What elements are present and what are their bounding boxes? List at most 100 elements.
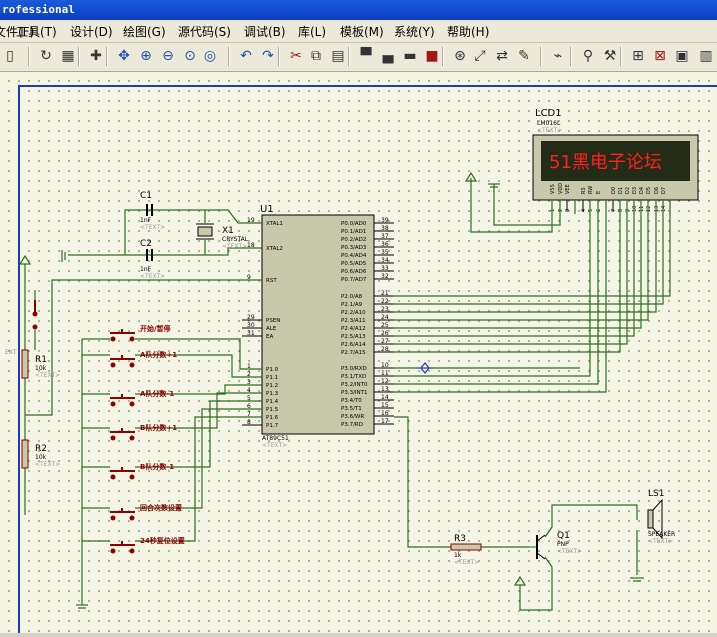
mcu-pin-label: P1.4 <box>266 399 279 405</box>
mcu-pin-number: 23 <box>381 306 389 313</box>
make-device-icon[interactable]: ⤢ <box>470 46 490 66</box>
paste-icon[interactable]: ▤ <box>328 46 348 66</box>
mcu-pin-label: P2.5/A13 <box>341 334 366 340</box>
svg-text:<TEXT>: <TEXT> <box>454 559 479 566</box>
resistor-r3[interactable]: R3 1k <TEXT> <box>450 534 482 566</box>
zoom-all-icon[interactable]: ⊙ <box>180 46 200 66</box>
decompose-icon[interactable]: ✎ <box>514 46 534 66</box>
mcu-pin-number: 24 <box>381 314 389 321</box>
crystal-x1[interactable]: X1 CRYSTAL <TEXT> <box>196 223 249 250</box>
svg-text:<TEXT>: <TEXT> <box>140 224 165 231</box>
push-button-2[interactable]: A队分数+1 <box>110 350 177 368</box>
bom-icon[interactable]: ▥ <box>696 46 716 66</box>
block-rotate-icon[interactable]: ▬ <box>400 46 420 66</box>
grid-icon[interactable]: ▦ <box>58 46 78 66</box>
package-tool-icon[interactable]: ⇄ <box>492 46 512 66</box>
mcu-pin-label: P3.7/RD <box>341 422 363 428</box>
zoom-out-icon[interactable]: ⊖ <box>158 46 178 66</box>
push-button-7[interactable]: 24秒复位设置 <box>110 536 185 554</box>
lcd-pin-label: D6 <box>654 187 660 194</box>
new-sheet-icon[interactable]: ⊞ <box>628 46 648 66</box>
property-icon[interactable]: ⚒ <box>600 46 620 66</box>
mcu-pin-label: P3.2/INT0 <box>341 382 368 388</box>
mcu-pin-label: P3.1/TXD <box>341 374 366 380</box>
menu-template[interactable]: 模板(M) <box>340 23 384 40</box>
push-button-3[interactable]: A队分数-1 <box>110 389 174 407</box>
menu-debug[interactable]: 调试(B) <box>244 23 286 40</box>
mcu-pin-label: P0.6/AD6 <box>341 269 367 275</box>
menu-tools[interactable]: 工具(T) <box>16 23 57 40</box>
svg-text:<TEXT>: <TEXT> <box>35 372 60 379</box>
zoom-area-icon[interactable]: ◎ <box>200 46 220 66</box>
mcu-pin-label: P0.0/AD0 <box>341 221 367 227</box>
mcu-pin-number: 22 <box>381 298 389 305</box>
pick-device-icon[interactable]: ⊛ <box>450 46 470 66</box>
lcd-pin-label: D2 <box>625 187 631 194</box>
wire-autoroute-icon[interactable]: ⌁ <box>548 46 568 66</box>
capacitor-c1[interactable]: C1 1nF <TEXT> <box>140 191 165 231</box>
lcd-pin-number: 3 <box>565 209 571 212</box>
lcd-pin-number: 13 <box>654 206 660 212</box>
pan-icon[interactable]: ✥ <box>114 46 134 66</box>
resistor-r2[interactable]: R2 10k <TEXT> <box>21 439 60 469</box>
svg-text:<TEXT>: <TEXT> <box>222 243 247 250</box>
transistor-q1[interactable]: Q1 PNP <TEXT> <box>530 531 582 560</box>
mcu-pin-label: P0.3/AD3 <box>341 245 367 251</box>
mcu-pin-label: P3.0/RXD <box>341 366 367 372</box>
mcu-pin-label: P2.2/A10 <box>341 310 366 316</box>
remove-sheet-icon[interactable]: ⊠ <box>650 46 670 66</box>
cut-icon[interactable]: ✂ <box>286 46 306 66</box>
menu-design[interactable]: 设计(D) <box>70 23 113 40</box>
origin-icon[interactable]: ✚ <box>86 46 106 66</box>
mcu-pin-label: EA <box>266 334 273 340</box>
lcd-pin-number: 4 <box>581 209 587 212</box>
refresh-icon[interactable]: ↻ <box>36 46 56 66</box>
exit-parent-icon[interactable]: ▣ <box>672 46 692 66</box>
menu-library[interactable]: 库(L) <box>298 23 326 40</box>
push-button-5[interactable]: B队分数-1 <box>110 462 174 480</box>
lcd-pin-label: D1 <box>618 187 624 194</box>
menu-help[interactable]: 帮助(H) <box>447 23 489 40</box>
redo-icon[interactable]: ↷ <box>258 46 278 66</box>
mcu-pin-label: PSEN <box>266 318 280 324</box>
mcu-pin-number: 30 <box>247 322 255 329</box>
block-delete-icon[interactable]: ■ <box>422 46 442 66</box>
lcd-pin-label: VEE <box>565 184 571 194</box>
mcu-pin-label: P1.7 <box>266 423 279 429</box>
mcu-pin-number: 34 <box>381 257 389 264</box>
menu-graph[interactable]: 绘图(G) <box>123 23 166 40</box>
mcu-pin-label: P0.1/AD1 <box>341 229 366 235</box>
mcu-pin-number: 29 <box>247 314 255 321</box>
mcu-pin-number: 33 <box>381 265 389 272</box>
push-button-label: 24秒复位设置 <box>140 536 185 545</box>
toolbar-separator <box>442 47 444 66</box>
lcd-part: LM016L <box>537 120 561 127</box>
mcu-pin-number: 28 <box>381 346 389 353</box>
undo-icon[interactable]: ↶ <box>236 46 256 66</box>
schematic-canvas[interactable]: LCD1 LM016L <TEXT> 51黑电子论坛 VSS 1 VDD 2 VEE 3 R… <box>0 72 717 637</box>
speaker-ls1[interactable]: LS1 SPEAKER <TEXT> <box>647 489 675 545</box>
push-button-6[interactable]: 回合次数设置 <box>110 503 182 521</box>
capacitor-c2[interactable]: C2 1nF <TEXT> <box>140 239 165 280</box>
lcd-pin-number: 12 <box>646 206 652 212</box>
block-copy-icon[interactable]: ▀ <box>356 46 376 66</box>
push-button-label: 回合次数设置 <box>140 503 182 512</box>
new-doc-icon[interactable]: ▯ <box>0 46 20 66</box>
menu-source[interactable]: 源代码(S) <box>178 23 231 40</box>
svg-text:<TEXT>: <TEXT> <box>140 273 165 280</box>
svg-text:R2: R2 <box>35 444 47 454</box>
lcd-component[interactable]: LCD1 LM016L <TEXT> 51黑电子论坛 VSS 1 VDD 2 VEE 3 R… <box>532 108 699 212</box>
menu-system[interactable]: 系统(Y) <box>394 23 435 40</box>
reset-button-component[interactable]: EXT <box>5 300 38 356</box>
mcu-component[interactable]: U1 AT89C51 <TEXT> 19 XTAL118 XTAL29 RST29 PS… <box>242 204 394 449</box>
copy-icon[interactable]: ⧉ <box>306 46 326 66</box>
block-move-icon[interactable]: ▄ <box>378 46 398 66</box>
search-icon[interactable]: ⚲ <box>578 46 598 66</box>
mcu-pin-label: P0.7/AD7 <box>341 277 367 283</box>
mcu-pin-number: 31 <box>247 330 255 337</box>
zoom-in-icon[interactable]: ⊕ <box>136 46 156 66</box>
resistor-r1[interactable]: R1 10k <TEXT> <box>21 349 60 379</box>
push-button-4[interactable]: B队分数+1 <box>110 423 177 441</box>
marker-diamond <box>416 362 434 374</box>
toolbar-separator <box>348 47 350 66</box>
